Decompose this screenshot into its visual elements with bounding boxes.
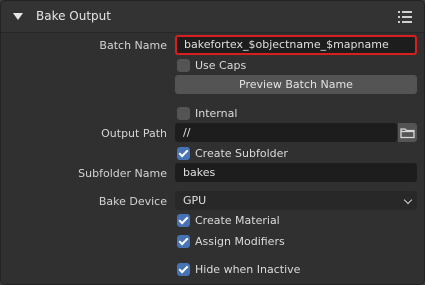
- bake-device-select[interactable]: GPU: [175, 191, 417, 210]
- create-subfolder-label: Create Subfolder: [195, 147, 288, 160]
- subfolder-name-label: Subfolder Name: [78, 167, 167, 180]
- preview-batch-name-button[interactable]: Preview Batch Name: [175, 75, 417, 94]
- assign-modifiers-label: Assign Modifiers: [195, 235, 285, 248]
- internal-label: Internal: [195, 107, 238, 120]
- use-caps-checkbox[interactable]: [177, 59, 190, 72]
- chevron-down-icon: [403, 195, 413, 205]
- hide-inactive-label: Hide when Inactive: [195, 263, 301, 276]
- use-caps-label: Use Caps: [195, 59, 247, 72]
- output-path-input[interactable]: //: [175, 123, 397, 142]
- output-path-label: Output Path: [101, 127, 167, 140]
- hide-inactive-checkbox[interactable]: [177, 263, 190, 276]
- assign-modifiers-checkbox[interactable]: [177, 235, 190, 248]
- batch-name-input[interactable]: bakefortex_$objectname_$mapname: [175, 35, 417, 55]
- folder-browse-button[interactable]: [398, 123, 417, 142]
- bake-device-label: Bake Device: [98, 195, 167, 208]
- bake-output-panel: Bake Output Batch Name bakefortex_$objec…: [0, 0, 425, 285]
- create-material-label: Create Material: [195, 214, 280, 227]
- folder-icon: [400, 128, 415, 139]
- panel-header[interactable]: Bake Output: [1, 1, 424, 33]
- create-material-checkbox[interactable]: [177, 214, 190, 227]
- list-menu-icon[interactable]: [398, 11, 412, 23]
- subfolder-name-input[interactable]: bakes: [175, 163, 417, 182]
- collapse-triangle-icon[interactable]: [13, 13, 23, 20]
- batch-name-label: Batch Name: [99, 39, 167, 52]
- bake-device-value: GPU: [183, 194, 207, 207]
- internal-checkbox[interactable]: [177, 107, 190, 120]
- panel-title: Bake Output: [36, 9, 111, 23]
- create-subfolder-checkbox[interactable]: [177, 147, 190, 160]
